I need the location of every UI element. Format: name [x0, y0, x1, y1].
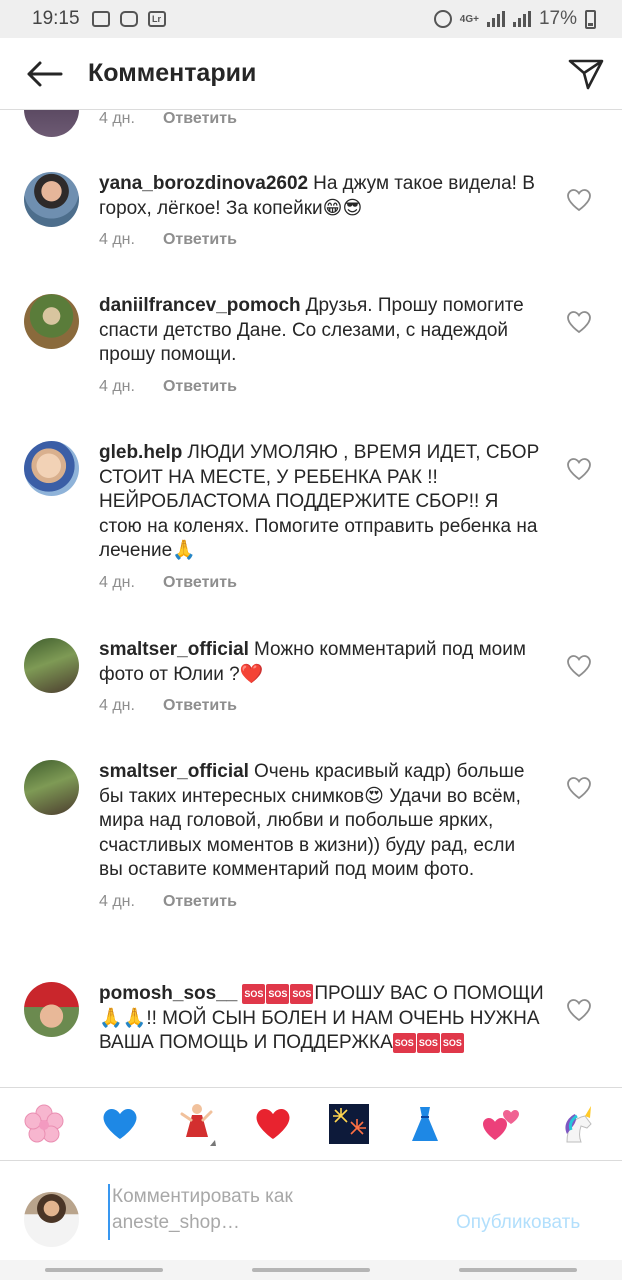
- comment-time: 4 дн.: [99, 573, 135, 591]
- blue-heart-emoji-button[interactable]: [98, 1102, 142, 1146]
- unicorn-emoji-button[interactable]: [556, 1102, 600, 1146]
- heart-icon[interactable]: [566, 310, 592, 334]
- my-avatar: [24, 1192, 79, 1247]
- system-nav-bar: [0, 1260, 622, 1280]
- comment-body: yana_borozdinova2602 На джум такое видела…: [99, 172, 544, 249]
- reply-button[interactable]: Ответить: [163, 110, 237, 128]
- nav-back-handle[interactable]: [459, 1268, 578, 1272]
- app-bar: Комментарии: [0, 38, 622, 110]
- comment-input-placeholder: Комментировать как: [112, 1186, 293, 1207]
- avatar[interactable]: [24, 638, 79, 693]
- comment-time: 4 дн.: [99, 231, 135, 248]
- comment-input-placeholder-user: aneste_shop…: [112, 1212, 240, 1233]
- alarm-icon: [433, 10, 452, 28]
- comment-username[interactable]: pomosh_sos__: [99, 983, 237, 1004]
- two-hearts-emoji-button[interactable]: [480, 1102, 524, 1146]
- two-hearts-icon: [482, 1110, 519, 1140]
- sos-badge: SOS: [416, 1033, 440, 1053]
- avatar[interactable]: [24, 172, 79, 227]
- avatar[interactable]: [24, 294, 79, 349]
- avatar[interactable]: [24, 760, 79, 815]
- status-bar: 19:15 Lr 4G+ 17%: [0, 0, 622, 38]
- reply-button[interactable]: Ответить: [163, 697, 237, 715]
- comment-input[interactable]: Комментировать как aneste_shop…: [108, 1184, 438, 1240]
- comment-username[interactable]: gleb.help: [99, 442, 182, 463]
- sos-badge: SOS: [266, 984, 290, 1004]
- heart-icon[interactable]: [566, 776, 592, 800]
- reply-button[interactable]: Ответить: [163, 574, 237, 592]
- arrow-left-icon: [27, 61, 63, 86]
- cherry-blossom-emoji-button[interactable]: [22, 1102, 66, 1146]
- comment-username[interactable]: smaltser_official: [99, 639, 249, 660]
- dress-emoji-button[interactable]: [403, 1102, 447, 1146]
- status-time: 19:15: [32, 8, 80, 29]
- reply-button[interactable]: Ответить: [163, 378, 237, 396]
- network-type: 4G+: [459, 13, 479, 25]
- direct-send-button[interactable]: [550, 38, 622, 110]
- sos-badge: SOS: [290, 984, 314, 1004]
- comment-body: smaltser_official Очень красивый кадр) бо…: [99, 760, 544, 911]
- avatar[interactable]: [24, 110, 79, 137]
- reply-button[interactable]: Ответить: [163, 893, 237, 911]
- comments-list[interactable]: 4 дн. Ответить yana_borozdinova2602 На дж…: [0, 110, 622, 1086]
- comment-time: 4 дн.: [99, 892, 135, 910]
- comment-time: 4 дн.: [99, 697, 135, 714]
- comment-time: 4 дн.: [99, 377, 135, 395]
- comment-body: smaltser_official Можно комментарий под м…: [99, 638, 544, 715]
- comment-body: gleb.help ЛЮДИ УМОЛЯЮ , ВРЕМЯ ИДЕТ, СБОР …: [99, 441, 544, 592]
- heart-icon[interactable]: [566, 457, 592, 481]
- comment-time: 4 дн.: [99, 110, 135, 127]
- page-title: Комментарии: [88, 59, 257, 87]
- comment-username[interactable]: smaltser_official: [99, 761, 249, 782]
- instagram-icon: [119, 11, 138, 27]
- gallery-icon: [91, 11, 110, 27]
- nav-home-handle[interactable]: [251, 1268, 370, 1272]
- blue-heart-icon: [103, 1109, 137, 1139]
- comment-username[interactable]: daniilfrancev_pomoch: [99, 295, 301, 316]
- fireworks-emoji-button[interactable]: [327, 1102, 371, 1146]
- dancer-emoji-button[interactable]: [175, 1102, 219, 1146]
- dress-icon: [412, 1107, 439, 1141]
- comment-username[interactable]: yana_borozdinova2602: [99, 173, 308, 194]
- comment-body: daniilfrancev_pomoch Друзья. Прошу помоги…: [99, 294, 544, 396]
- unicorn-icon: [565, 1106, 592, 1143]
- emoji-quick-bar: [0, 1087, 622, 1161]
- heart-icon[interactable]: [566, 188, 592, 212]
- dancer-icon: [180, 1104, 216, 1146]
- heart-icon[interactable]: [566, 654, 592, 678]
- nav-recents-handle[interactable]: [44, 1268, 163, 1272]
- signal-icon: [486, 11, 505, 27]
- avatar[interactable]: [24, 982, 79, 1037]
- publish-button[interactable]: Опубликовать: [456, 1212, 580, 1234]
- battery-percent: 17%: [538, 8, 577, 29]
- comment-body: pomosh_sos__ SOS SOS SOS ПРОШУ ВАС О ПОМОЩИ🙏…: [99, 982, 544, 1056]
- partial-comment: 4 дн. Ответить: [0, 110, 622, 137]
- sos-badge: SOS: [242, 984, 266, 1004]
- cherry-blossom-icon: [24, 1104, 64, 1143]
- heart-icon[interactable]: [566, 998, 592, 1022]
- back-button[interactable]: [0, 38, 88, 110]
- comment-composer: Комментировать как aneste_shop… Опублико…: [0, 1162, 622, 1260]
- lightroom-icon: Lr: [147, 11, 166, 27]
- fireworks-icon: [329, 1104, 370, 1144]
- sos-badge: SOS: [440, 1033, 464, 1053]
- red-heart-icon: [256, 1109, 290, 1139]
- battery-icon: [585, 9, 596, 29]
- avatar[interactable]: [24, 441, 79, 496]
- reply-button[interactable]: Ответить: [163, 231, 237, 249]
- signal-icon-2: [512, 11, 531, 27]
- paper-plane-icon: [568, 59, 604, 89]
- red-heart-emoji-button[interactable]: [251, 1102, 295, 1146]
- sos-badge: SOS: [392, 1033, 416, 1053]
